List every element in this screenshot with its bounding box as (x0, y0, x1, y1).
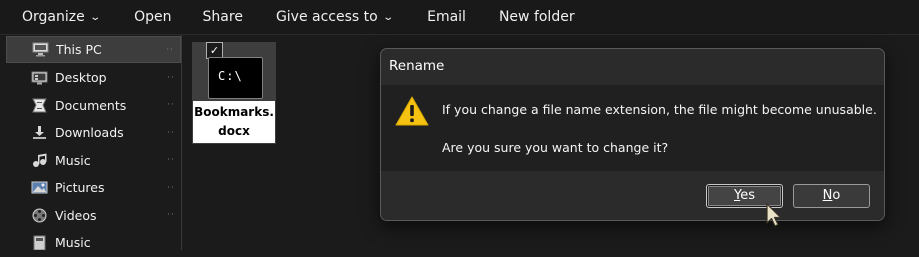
sidebar-item-music[interactable]: Music ·· (0, 147, 181, 175)
sidebar-item-label: Music (55, 152, 91, 168)
computer-icon (32, 42, 49, 57)
dialog-body: If you change a file name extension, the… (381, 85, 884, 171)
file-name-editor[interactable]: Bookmarks.docx (193, 101, 275, 143)
warning-icon (395, 95, 429, 127)
pin-dots: ·· (167, 72, 175, 83)
new-folder-label: New folder (498, 9, 575, 25)
sidebar-item-label: Desktop (55, 70, 107, 86)
console-file-icon: C:\ (208, 57, 263, 99)
email-label: Email (427, 9, 466, 25)
sidebar-item-label: Downloads (55, 125, 124, 141)
pin-dots: ·· (167, 100, 175, 111)
dialog-message: If you change a file name extension, the… (442, 102, 877, 117)
file-icon-text: C:\ (218, 69, 243, 83)
give-access-label: Give access to (275, 9, 378, 25)
share-button[interactable]: Share (183, 0, 254, 34)
new-folder-button[interactable]: New folder (477, 0, 586, 34)
dialog-question: Are you sure you want to change it? (442, 140, 669, 155)
command-bar: Organize ⌄ Open Share Give access to ⌄ E… (0, 0, 919, 35)
videos-icon (31, 208, 48, 223)
sidebar-item-pictures[interactable]: Pictures ·· (0, 174, 181, 202)
pin-dots: ·· (167, 182, 175, 193)
give-access-menu[interactable]: Give access to ⌄ (254, 0, 403, 34)
pin-dots: ·· (167, 155, 175, 166)
pin-dots: ·· (167, 210, 175, 221)
organize-label: Organize (22, 9, 85, 25)
share-label: Share (202, 9, 243, 25)
sidebar-item-desktop[interactable]: Desktop ·· (0, 64, 181, 92)
open-label: Open (134, 9, 172, 25)
sidebar-item-label: This PC (56, 42, 102, 57)
rename-dialog: Rename If you change a file name extensi… (380, 48, 885, 221)
no-button[interactable]: No (793, 184, 870, 208)
yes-label-rest: es (740, 188, 755, 203)
pin-dots: ·· (166, 44, 174, 55)
downloads-icon (31, 125, 48, 140)
mouse-cursor-icon (765, 203, 785, 231)
sidebar-item-documents[interactable]: Documents ·· (0, 92, 181, 120)
sidebar-item-music-drive[interactable]: Music (0, 229, 181, 257)
sidebar-item-label: Pictures (55, 180, 105, 196)
chevron-down-icon: ⌄ (382, 11, 394, 23)
navigation-pane: This PC ·· Desktop ·· Documents ·· Downl… (0, 35, 182, 251)
sidebar-item-label: Documents (55, 97, 127, 113)
dialog-title: Rename (389, 58, 445, 74)
chevron-down-icon: ⌄ (89, 11, 101, 23)
desktop-icon (31, 70, 48, 85)
sidebar-item-downloads[interactable]: Downloads ·· (0, 119, 181, 147)
music-icon (31, 153, 48, 168)
sidebar-item-label: Videos (55, 207, 97, 223)
pictures-icon (31, 180, 48, 195)
organize-menu[interactable]: Organize ⌄ (0, 0, 110, 34)
music-drive-icon (31, 235, 48, 251)
sidebar-item-label: Music (55, 235, 91, 251)
sidebar-item-this-pc[interactable]: This PC ·· (6, 36, 181, 63)
no-mnemonic: N (822, 188, 833, 203)
documents-icon (31, 98, 48, 113)
email-button[interactable]: Email (403, 0, 477, 34)
open-button[interactable]: Open (110, 0, 182, 34)
file-item[interactable]: ✓ C:\ Bookmarks.docx (192, 42, 276, 144)
sidebar-item-videos[interactable]: Videos ·· (0, 202, 181, 230)
pin-dots: ·· (167, 127, 175, 138)
no-label-rest: o (832, 188, 841, 203)
dialog-footer: Yes No (381, 171, 884, 220)
